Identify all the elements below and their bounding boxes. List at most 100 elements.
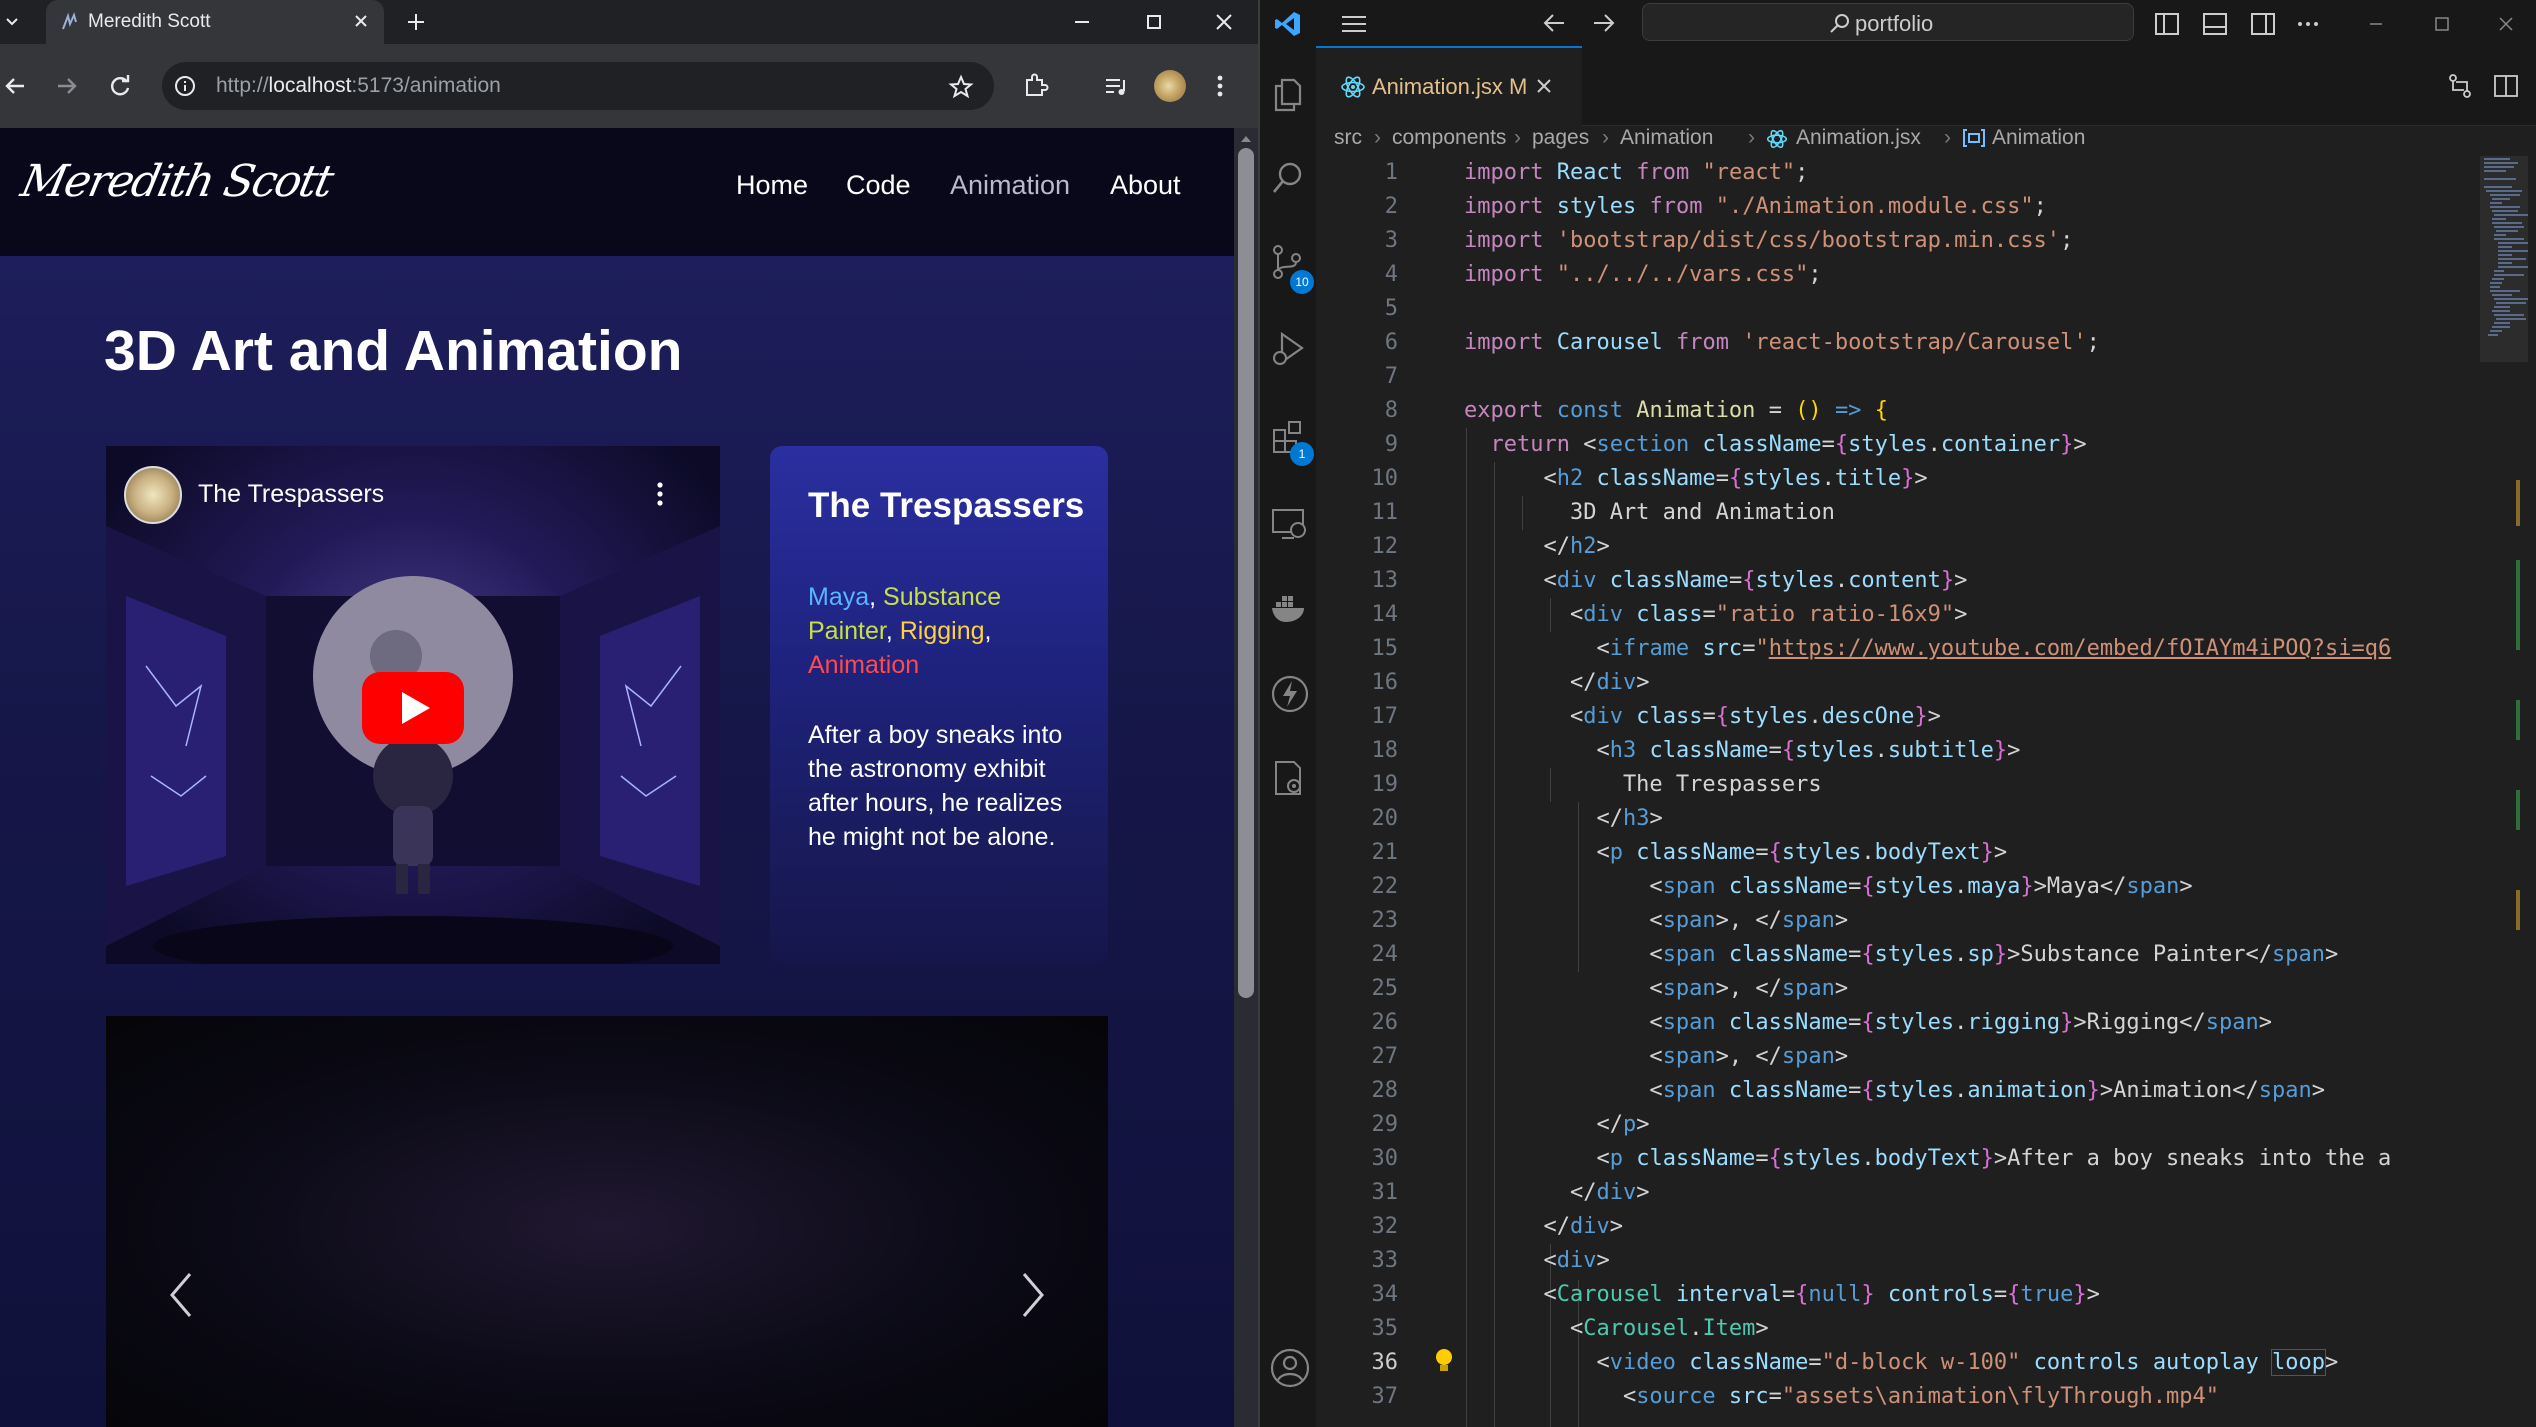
- reload-icon[interactable]: [106, 72, 134, 100]
- chevron-right-icon[interactable]: [1018, 1270, 1048, 1320]
- browser-tab[interactable]: Meredith Scott: [46, 0, 384, 44]
- site-navbar: Meredith Scott Home Code Animation About: [0, 128, 1234, 256]
- media-icon[interactable]: [1102, 72, 1130, 100]
- toggle-panel-icon[interactable]: [2202, 12, 2228, 36]
- code-line: 14 <div class="ratio ratio-16x9">: [1371, 602, 1968, 627]
- plus-icon[interactable]: [404, 10, 428, 34]
- page-title: 3D Art and Animation: [104, 319, 683, 383]
- settings-icon[interactable]: [1270, 758, 1310, 798]
- address-bar[interactable]: http://localhost:5173/animation: [162, 62, 994, 110]
- chrome-tab-menu-icon[interactable]: [4, 12, 20, 32]
- nav-animation[interactable]: Animation: [950, 170, 1070, 201]
- breadcrumb-item[interactable]: pages: [1532, 126, 1589, 150]
- video-carousel[interactable]: [106, 1016, 1108, 1427]
- search-icon[interactable]: [1270, 158, 1306, 198]
- youtube-embed[interactable]: The Trespassers: [106, 446, 720, 964]
- breadcrumb-item[interactable]: components: [1392, 126, 1506, 150]
- code-editor[interactable]: 1 import React from "react"; 2 import styl…: [1316, 156, 2480, 1427]
- url-text[interactable]: http://localhost:5173/animation: [216, 74, 501, 98]
- more-icon[interactable]: [1210, 72, 1230, 100]
- docker-icon[interactable]: [1270, 588, 1310, 628]
- toggle-sidebar-icon[interactable]: [2154, 12, 2180, 36]
- tab-animation-jsx[interactable]: Animation.jsx M: [1316, 46, 1582, 126]
- source-control-badge: 10: [1290, 270, 1314, 294]
- breadcrumb-item[interactable]: Animation: [1992, 126, 2085, 150]
- code-line: 8 export const Animation = () => {: [1384, 398, 1888, 423]
- close-window-icon[interactable]: [1212, 10, 1236, 34]
- site-info-icon[interactable]: [174, 75, 196, 97]
- code-line-current[interactable]: 36 <video className="d-block w-100" cont…: [1316, 1346, 2480, 1380]
- maximize-icon[interactable]: [1142, 10, 1166, 34]
- chevron-left-icon[interactable]: [166, 1270, 196, 1320]
- page-scrollbar[interactable]: [1234, 128, 1258, 1427]
- code-line: 6 import Carousel from 'react-bootstrap/C…: [1384, 330, 2100, 355]
- code-line: 20 </h3>: [1371, 806, 1663, 831]
- tab-title: Meredith Scott: [88, 11, 211, 32]
- code-line: 37 <source src="assets\animation\flyThro…: [1371, 1384, 2220, 1409]
- browser-titlebar: Meredith Scott: [0, 0, 1258, 44]
- back-icon[interactable]: [1542, 12, 1568, 34]
- nav-about[interactable]: About: [1110, 170, 1181, 201]
- maximize-icon[interactable]: [2430, 12, 2454, 36]
- close-icon[interactable]: [1534, 76, 1554, 96]
- site-logo[interactable]: Meredith Scott: [17, 156, 337, 207]
- command-center-search[interactable]: portfolio: [1642, 3, 2134, 41]
- tool-tags: Maya, Substance Painter, Rigging, Animat…: [808, 583, 1002, 679]
- thunder-icon[interactable]: [1270, 674, 1310, 714]
- search-text: portfolio: [1855, 11, 1934, 36]
- minimap[interactable]: [2480, 156, 2536, 1427]
- youtube-play-icon[interactable]: [362, 672, 464, 744]
- tag-maya: Maya: [808, 583, 870, 611]
- profile-avatar[interactable]: [1154, 70, 1186, 102]
- tag-animation: Animation: [808, 651, 920, 679]
- minimize-icon[interactable]: [1070, 10, 1094, 34]
- compare-changes-icon[interactable]: [2446, 72, 2474, 100]
- hamburger-icon[interactable]: [1340, 14, 1368, 34]
- lightbulb-icon[interactable]: [1434, 1347, 1454, 1375]
- code-line: 19 The Trespassers: [1371, 772, 1822, 797]
- code-line: 17 <div class={styles.descOne}>: [1371, 704, 1941, 729]
- code-line: 16 </div>: [1371, 670, 1650, 695]
- video-title[interactable]: The Trespassers: [198, 480, 384, 509]
- react-file-icon: [1766, 128, 1788, 150]
- forward-icon[interactable]: [1590, 12, 1616, 34]
- breadcrumb-item[interactable]: Animation.jsx: [1796, 126, 1921, 150]
- card-body: After a boy sneaks into the astronomy ex…: [808, 721, 1063, 851]
- code-line: 23 <span>, </span>: [1371, 908, 1849, 933]
- extensions-badge: 1: [1290, 442, 1314, 466]
- scrollbar-thumb[interactable]: [1238, 148, 1254, 998]
- close-icon[interactable]: [352, 12, 370, 30]
- vscode-window: portfolio 10 1 Animation.jsx M src › com…: [1260, 0, 2536, 1427]
- code-line: 7: [1384, 364, 1398, 389]
- breadcrumb-item[interactable]: src: [1334, 126, 1362, 150]
- nav-home[interactable]: Home: [736, 170, 808, 201]
- code-line: 21 <p className={styles.bodyText}>: [1371, 840, 2008, 865]
- toggle-secondary-sidebar-icon[interactable]: [2250, 12, 2276, 36]
- close-window-icon[interactable]: [2494, 12, 2518, 36]
- split-editor-icon[interactable]: [2492, 72, 2520, 100]
- run-debug-icon[interactable]: [1270, 328, 1306, 368]
- remote-explorer-icon[interactable]: [1270, 504, 1310, 544]
- nav-code[interactable]: Code: [846, 170, 911, 201]
- code-line: 2 import styles from "./Animation.module.…: [1384, 194, 2047, 219]
- back-icon[interactable]: [2, 72, 30, 100]
- forward-icon[interactable]: [52, 72, 80, 100]
- channel-avatar[interactable]: [124, 466, 182, 524]
- vscode-logo-icon: [1274, 10, 1302, 38]
- code-line: 34 <Carousel interval={null} controls={t…: [1371, 1282, 2100, 1307]
- code-line: 22 <span className={styles.maya}>Maya</s…: [1371, 874, 2193, 899]
- account-icon[interactable]: [1270, 1348, 1310, 1388]
- search-icon: [1829, 12, 1851, 34]
- description-card: The Trespassers Maya, Substance Painter,…: [770, 446, 1108, 964]
- card-title: The Trespassers: [808, 486, 1085, 525]
- minimize-icon[interactable]: [2364, 12, 2388, 36]
- explorer-icon[interactable]: [1270, 74, 1306, 114]
- star-icon[interactable]: [948, 74, 974, 100]
- breadcrumb-item[interactable]: Animation: [1620, 126, 1713, 150]
- code-line: 12 </h2>: [1371, 534, 1610, 559]
- more-icon[interactable]: [2296, 12, 2320, 36]
- scroll-up-icon[interactable]: [1241, 136, 1251, 142]
- web-page: Meredith Scott Home Code Animation About…: [0, 128, 1234, 1427]
- extensions-icon[interactable]: [1022, 72, 1050, 100]
- more-icon[interactable]: [654, 480, 666, 508]
